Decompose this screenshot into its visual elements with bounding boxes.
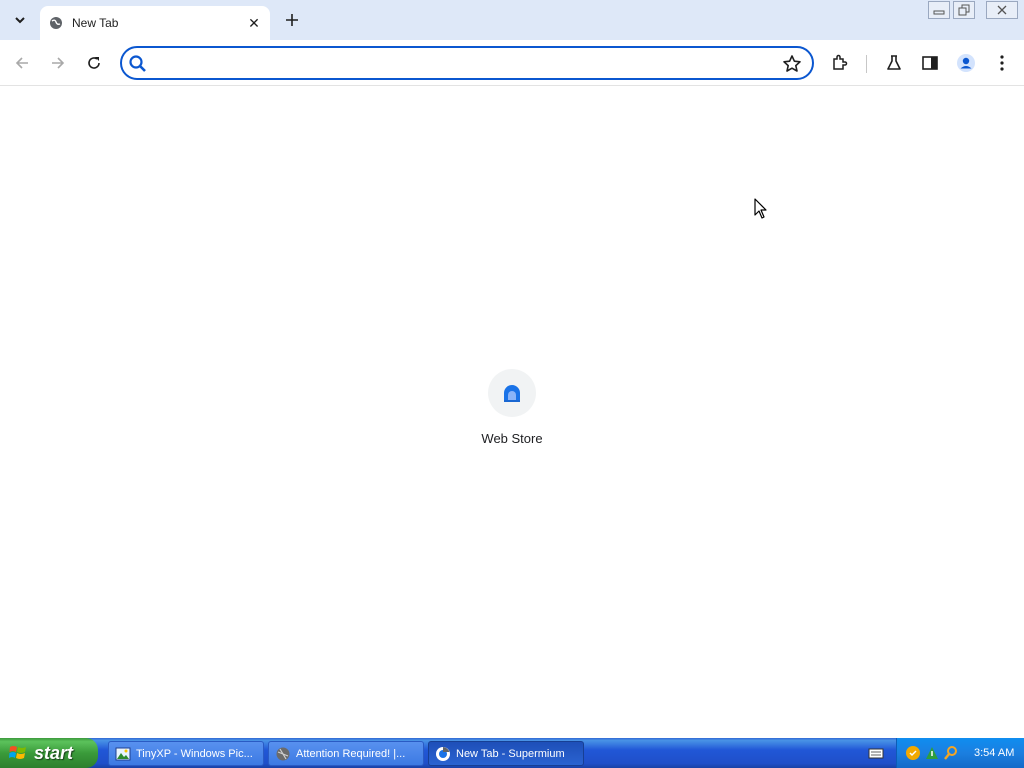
supermium-icon bbox=[436, 746, 450, 761]
star-icon[interactable] bbox=[782, 54, 802, 74]
new-tab-page: Web Store bbox=[0, 87, 1024, 738]
tray-search-icon[interactable] bbox=[943, 745, 959, 761]
tab-new-tab[interactable]: New Tab ✕ bbox=[40, 6, 270, 40]
tray-network-icon[interactable] bbox=[924, 745, 940, 761]
shortcut-web-store[interactable]: Web Store bbox=[472, 369, 552, 446]
side-panel-button[interactable] bbox=[920, 53, 940, 73]
start-button[interactable]: start bbox=[0, 738, 98, 768]
windows-logo-icon bbox=[9, 746, 26, 759]
clock: 3:54 AM bbox=[974, 747, 1015, 759]
keyboard-icon[interactable] bbox=[868, 746, 884, 760]
taskbar-item-new-tab[interactable]: New Tab - Supermium bbox=[428, 741, 584, 766]
avatar-icon bbox=[957, 54, 975, 72]
plus-icon bbox=[286, 14, 298, 26]
start-label: start bbox=[34, 742, 74, 763]
taskbar-item-tinyxp[interactable]: TinyXP - Windows Pic... bbox=[108, 741, 264, 766]
address-input[interactable] bbox=[156, 52, 776, 74]
address-bar[interactable] bbox=[120, 46, 814, 80]
restore-icon bbox=[958, 4, 970, 16]
minimize-button[interactable] bbox=[928, 1, 950, 19]
system-tray: 3:54 AM bbox=[896, 738, 1024, 768]
close-icon bbox=[997, 5, 1007, 15]
close-window-button[interactable] bbox=[986, 1, 1018, 19]
tab-search-button[interactable] bbox=[8, 8, 32, 32]
shortcut-tile[interactable] bbox=[488, 369, 536, 417]
tab-title: New Tab bbox=[72, 16, 119, 30]
picture-viewer-icon bbox=[115, 747, 131, 760]
browser-window-icon bbox=[276, 747, 290, 760]
restore-button[interactable] bbox=[953, 1, 975, 19]
reload-icon bbox=[88, 57, 100, 69]
globe-icon bbox=[48, 15, 64, 31]
web-store-icon bbox=[504, 385, 520, 402]
more-vert-icon bbox=[1000, 55, 1004, 71]
menu-button[interactable] bbox=[992, 53, 1012, 73]
taskbar-item-label: TinyXP - Windows Pic... bbox=[136, 747, 253, 760]
taskbar-item-label: Attention Required! |... bbox=[296, 747, 406, 760]
profile-button[interactable] bbox=[956, 53, 976, 73]
extensions-button[interactable] bbox=[830, 53, 850, 73]
side-panel-icon bbox=[922, 56, 938, 70]
minimize-icon bbox=[933, 10, 945, 15]
flask-icon bbox=[887, 55, 901, 70]
labs-button[interactable] bbox=[884, 53, 904, 73]
new-tab-button[interactable] bbox=[280, 8, 304, 32]
puzzle-icon bbox=[833, 54, 848, 70]
close-icon[interactable]: ✕ bbox=[246, 15, 262, 31]
arrow-right-icon bbox=[52, 57, 65, 69]
taskbar: start TinyXP - Windows Pic... Attention … bbox=[0, 738, 1024, 768]
chevron-down-icon bbox=[15, 17, 25, 24]
forward-button[interactable] bbox=[46, 51, 70, 75]
tray-shield-icon[interactable] bbox=[905, 745, 921, 761]
arrow-left-icon bbox=[15, 57, 28, 69]
shortcut-label: Web Store bbox=[481, 431, 543, 446]
taskbar-item-attention[interactable]: Attention Required! |... bbox=[268, 741, 424, 766]
search-icon bbox=[129, 55, 146, 72]
mouse-cursor-icon bbox=[754, 198, 767, 219]
browser-toolbar bbox=[0, 40, 1024, 86]
back-button[interactable] bbox=[10, 51, 34, 75]
taskbar-item-label: New Tab - Supermium bbox=[456, 747, 565, 760]
toolbar-divider bbox=[866, 55, 867, 73]
tab-strip: New Tab ✕ bbox=[0, 0, 1024, 40]
reload-button[interactable] bbox=[82, 51, 106, 75]
